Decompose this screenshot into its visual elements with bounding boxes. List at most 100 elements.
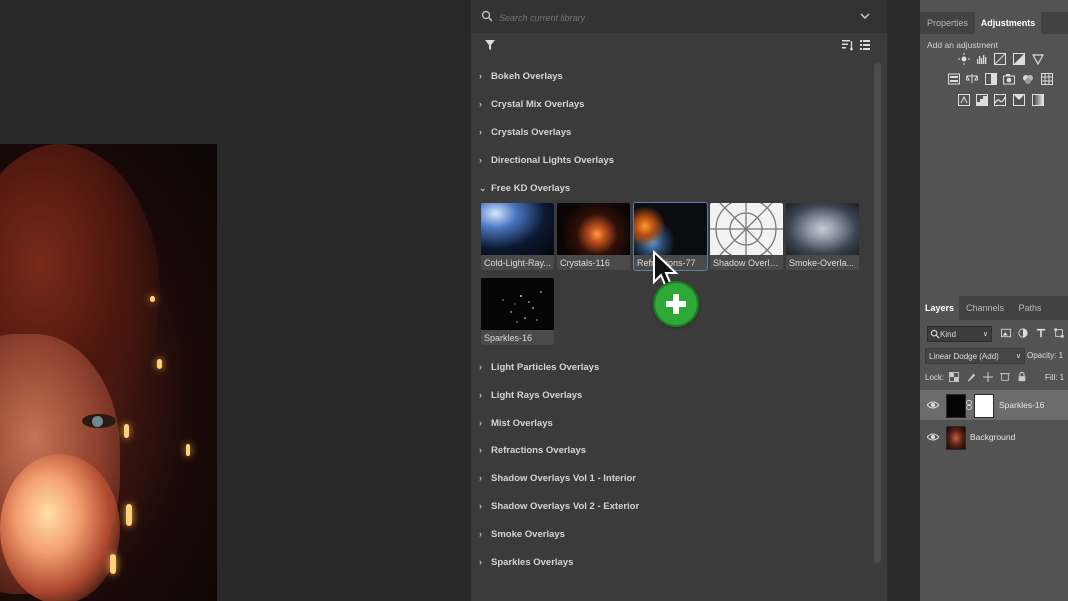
- lock-image-pixels-icon[interactable]: [966, 372, 976, 382]
- layer-row[interactable]: Sparkles-16: [920, 390, 1068, 420]
- thumbnail-image: [557, 203, 630, 255]
- thumbnail-label: Smoke-Overla...: [789, 258, 855, 268]
- link-icon[interactable]: [966, 400, 972, 410]
- fill-label[interactable]: Fill: 1: [1045, 373, 1064, 382]
- lock-label: Lock:: [925, 373, 945, 382]
- thumbnail-image: [634, 203, 707, 255]
- fairy-light: [126, 504, 132, 526]
- library-group-expanded[interactable]: ⌄ Free KD Overlays: [479, 178, 570, 198]
- chevron-down-icon[interactable]: [859, 10, 871, 22]
- levels-icon[interactable]: [976, 53, 988, 65]
- library-group[interactable]: › Light Particles Overlays: [479, 357, 599, 377]
- chevron-right-icon: ›: [479, 418, 482, 428]
- layer-row[interactable]: Background: [920, 422, 1068, 452]
- thumbnail-image: [481, 278, 554, 330]
- chevron-right-icon: ›: [479, 445, 482, 455]
- layer-name[interactable]: Sparkles-16: [999, 400, 1044, 410]
- list-view-icon[interactable]: [859, 39, 871, 51]
- shape-layer-filter-icon[interactable]: [1054, 328, 1064, 338]
- tab-properties[interactable]: Properties: [920, 12, 975, 34]
- sort-icon[interactable]: [841, 39, 853, 51]
- posterize-icon[interactable]: [976, 94, 988, 106]
- type-layer-filter-icon[interactable]: [1036, 328, 1046, 338]
- tab-adjustments[interactable]: Adjustments: [975, 12, 1041, 34]
- invert-icon[interactable]: [958, 94, 970, 106]
- library-group[interactable]: › Crystal Mix Overlays: [479, 94, 584, 114]
- thumbnail-image: [481, 203, 554, 255]
- exposure-icon[interactable]: [1013, 53, 1025, 65]
- library-group[interactable]: › Smoke Overlays: [479, 524, 565, 544]
- lock-all-icon[interactable]: [1017, 372, 1027, 382]
- layer-kind-filter[interactable]: Kind ∨: [927, 326, 992, 342]
- pixel-layer-filter-icon[interactable]: [1001, 328, 1011, 338]
- black-white-icon[interactable]: [985, 73, 997, 85]
- layer-name[interactable]: Background: [970, 432, 1015, 442]
- lock-artboard-icon[interactable]: [1000, 372, 1010, 382]
- brightness-icon[interactable]: [958, 53, 970, 65]
- library-group[interactable]: › Crystals Overlays: [479, 122, 571, 142]
- search-input[interactable]: [497, 9, 841, 27]
- library-group[interactable]: › Refractions Overlays: [479, 440, 586, 460]
- chevron-right-icon: ›: [479, 501, 482, 511]
- threshold-icon[interactable]: [994, 94, 1006, 106]
- group-label: Shadow Overlays Vol 2 - Exterior: [491, 500, 640, 512]
- tab-layers[interactable]: Layers: [920, 296, 959, 320]
- library-item-thumbnail[interactable]: Smoke-Overla...: [786, 203, 859, 270]
- group-label: Sparkles Overlays: [491, 556, 574, 568]
- library-group[interactable]: › Shadow Overlays Vol 2 - Exterior: [479, 496, 639, 516]
- tab-paths[interactable]: Paths: [1011, 296, 1049, 320]
- color-balance-icon[interactable]: [966, 73, 978, 85]
- group-label: Light Rays Overlays: [491, 389, 583, 401]
- tab-channels[interactable]: Channels: [959, 296, 1011, 320]
- lock-transparent-pixels-icon[interactable]: [949, 372, 959, 382]
- library-group[interactable]: › Directional Lights Overlays: [479, 150, 614, 170]
- thumbnail-label: Sparkles-16: [484, 333, 533, 343]
- group-label: Crystal Mix Overlays: [491, 98, 585, 110]
- filter-icon[interactable]: [484, 39, 496, 51]
- library-group[interactable]: › Bokeh Overlays: [479, 66, 563, 86]
- chevron-down-icon: ⌄: [479, 182, 487, 193]
- library-group[interactable]: › Mist Overlays: [479, 413, 553, 433]
- chevron-right-icon: ›: [479, 390, 482, 400]
- layer-thumbnail: [946, 394, 966, 418]
- library-item-thumbnail[interactable]: Cold-Light-Ray...: [481, 203, 554, 270]
- library-toolbar: [471, 33, 887, 59]
- channel-mixer-icon[interactable]: [1022, 73, 1034, 85]
- search-bar: [471, 0, 887, 33]
- library-item-thumbnail[interactable]: Shadow Overla...: [710, 203, 783, 270]
- gradient-map-icon[interactable]: [1032, 94, 1044, 106]
- vibrance-icon[interactable]: [1032, 53, 1044, 65]
- chevron-right-icon: ›: [479, 71, 482, 81]
- group-label: Smoke Overlays: [491, 528, 565, 540]
- properties-tab-bar: Properties Adjustments: [920, 12, 1068, 34]
- add-adjustment-label: Add an adjustment: [927, 40, 998, 50]
- search-icon: [481, 10, 493, 22]
- chevron-right-icon: ›: [479, 473, 482, 483]
- lock-position-icon[interactable]: [983, 372, 993, 382]
- eye-icon[interactable]: [927, 432, 939, 442]
- hue-saturation-icon[interactable]: [948, 73, 960, 85]
- library-item-thumbnail[interactable]: Crystals-116: [557, 203, 630, 270]
- drag-add-icon: [655, 283, 697, 325]
- group-label: Crystals Overlays: [491, 126, 572, 138]
- library-item-thumbnail[interactable]: Sparkles-16: [481, 278, 554, 345]
- fairy-light: [186, 444, 190, 456]
- opacity-label[interactable]: Opacity: 1: [1027, 351, 1063, 360]
- group-label: Bokeh Overlays: [491, 70, 563, 82]
- eye-icon[interactable]: [927, 400, 939, 410]
- blend-mode-select[interactable]: Linear Dodge (Add) ∨: [925, 348, 1025, 364]
- curves-icon[interactable]: [994, 53, 1006, 65]
- library-group[interactable]: › Shadow Overlays Vol 1 - Interior: [479, 468, 636, 488]
- library-group[interactable]: › Light Rays Overlays: [479, 385, 582, 405]
- color-lookup-icon[interactable]: [1041, 73, 1053, 85]
- layer-mask-thumbnail[interactable]: [974, 394, 994, 418]
- selective-color-icon[interactable]: [1013, 94, 1025, 106]
- fairy-light: [124, 424, 129, 438]
- chevron-right-icon: ›: [479, 529, 482, 539]
- photo-filter-icon[interactable]: [1003, 73, 1015, 85]
- library-group[interactable]: › Sparkles Overlays: [479, 552, 573, 572]
- right-dock: Properties Adjustments Add an adjustment…: [920, 0, 1068, 601]
- adjustment-layer-filter-icon[interactable]: [1018, 328, 1028, 338]
- document-canvas[interactable]: [0, 0, 471, 601]
- library-scrollbar[interactable]: [874, 63, 881, 563]
